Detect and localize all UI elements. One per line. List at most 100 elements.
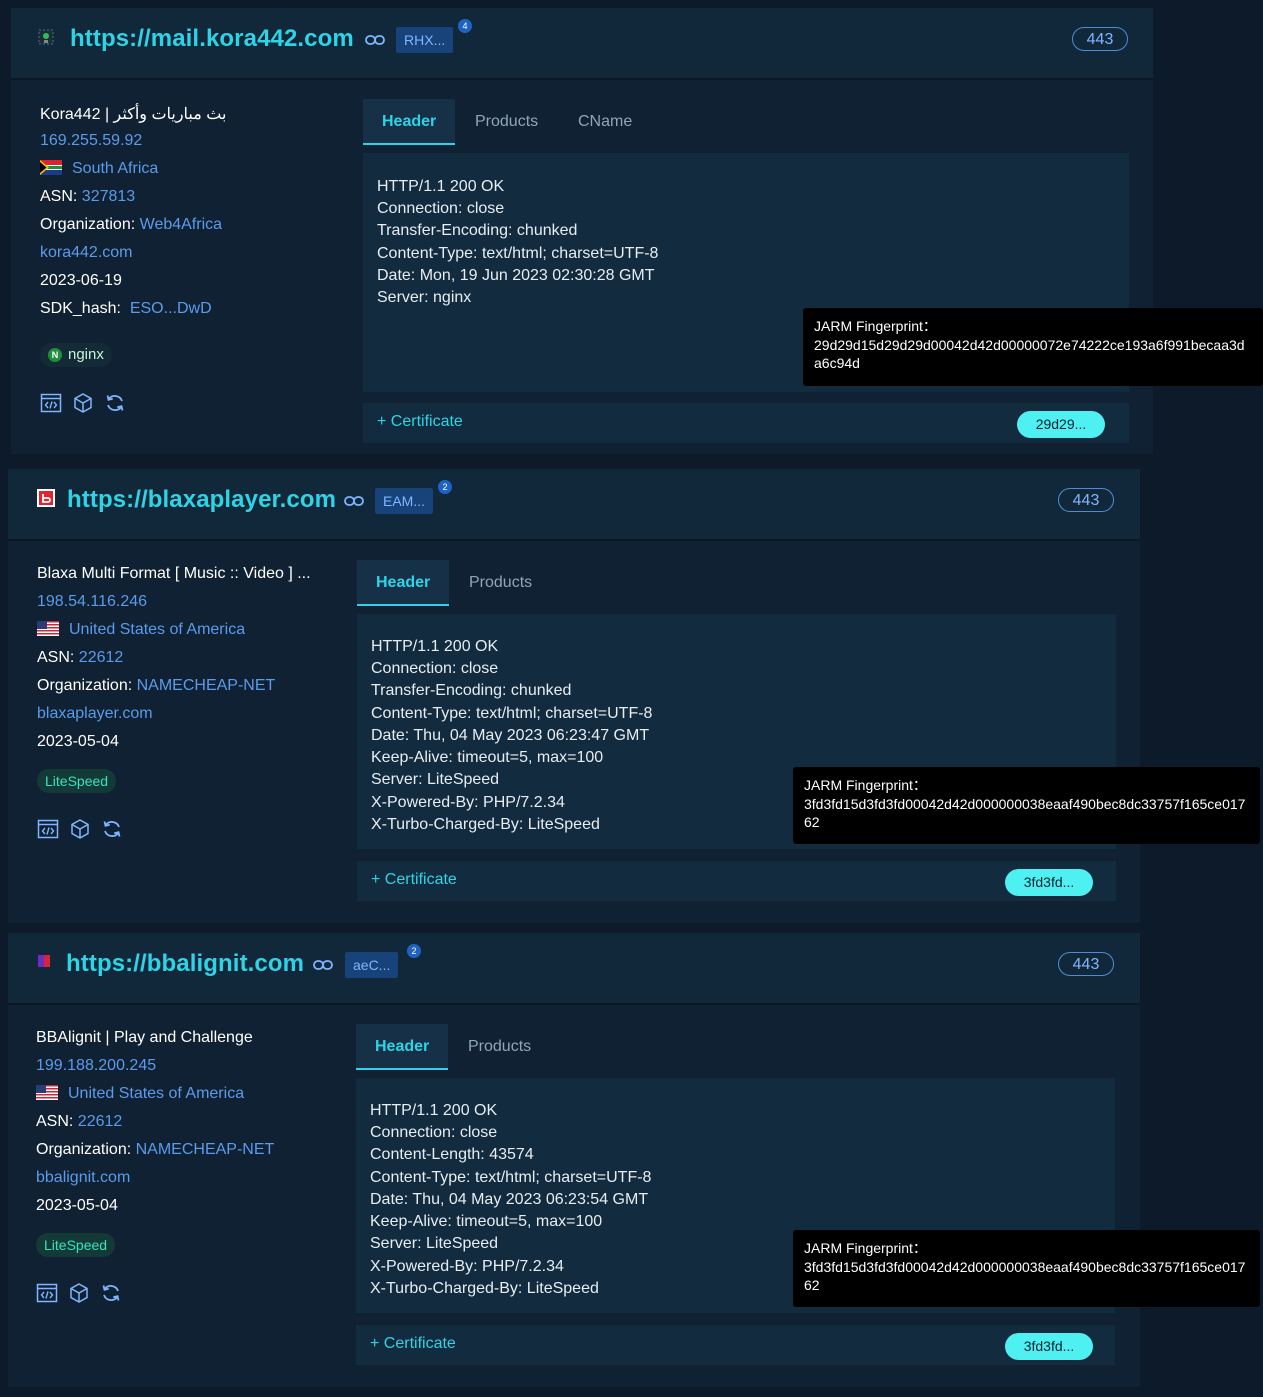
org-row: Organization: NAMECHEAP-NET	[37, 677, 276, 694]
header-line: X-Powered-By: PHP/7.2.34	[371, 794, 565, 811]
tab-products[interactable]: Products	[469, 560, 532, 606]
card-header: https://mail.kora442.com RHX... 4 443	[11, 8, 1153, 80]
sdk-link[interactable]: ESO...DwD	[130, 300, 212, 317]
jarm-pill[interactable]: 3fd3fd...	[1005, 1333, 1093, 1360]
domain-link[interactable]: kora442.com	[40, 244, 133, 262]
nginx-icon: N	[48, 348, 62, 362]
code-icon[interactable]	[36, 1282, 58, 1304]
header-line: Content-Type: text/html; charset=UTF-8	[377, 245, 659, 262]
country-row[interactable]: United States of America	[37, 621, 245, 639]
link-icon[interactable]	[365, 34, 385, 46]
url-link[interactable]: https://mail.kora442.com	[70, 25, 354, 53]
product-badge[interactable]: Nnginx	[40, 343, 112, 367]
header-line: Transfer-Encoding: chunked	[371, 682, 572, 699]
header-line: Date: Thu, 04 May 2023 06:23:54 GMT	[370, 1191, 649, 1208]
tag-chip[interactable]: EAM...	[375, 488, 434, 514]
refresh-icon[interactable]	[100, 1282, 122, 1304]
kora-favicon-icon	[38, 29, 54, 45]
link-icon[interactable]	[313, 959, 333, 971]
product-badge[interactable]: LiteSpeed	[36, 1233, 116, 1257]
date-text: 2023-05-04	[36, 1197, 118, 1214]
blaxa-favicon-icon	[37, 489, 55, 507]
port-badge[interactable]: 443	[1072, 27, 1128, 51]
tab-products[interactable]: Products	[475, 99, 538, 145]
site-title: Blaxa Multi Format [ Music :: Video ] ..…	[37, 565, 311, 582]
ip-link[interactable]: 198.54.116.246	[37, 593, 147, 611]
jarm-tooltip-label: JARM Fingerprint：	[804, 777, 927, 793]
tab-cname[interactable]: CName	[578, 99, 632, 145]
jarm-tooltip-value: 3fd3fd15d3fd3fd00042d42d000000038eaaf490…	[804, 795, 1246, 831]
asn-link[interactable]: 22612	[78, 1113, 123, 1130]
tag-count-badge: 4	[458, 19, 472, 33]
country-row[interactable]: South Africa	[40, 160, 158, 178]
refresh-icon[interactable]	[104, 392, 126, 414]
header-line: Connection: close	[371, 660, 499, 677]
port-badge[interactable]: 443	[1058, 952, 1114, 976]
code-icon[interactable]	[37, 818, 59, 840]
result-card: https://blaxaplayer.com EAM... 2 443 Bla…	[8, 469, 1140, 923]
port-badge[interactable]: 443	[1058, 488, 1114, 512]
usa-flag-icon	[36, 1085, 58, 1100]
header-line: X-Turbo-Charged-By: LiteSpeed	[371, 816, 600, 833]
code-icon[interactable]	[40, 392, 62, 414]
tag-count-badge: 2	[407, 944, 421, 958]
certificate-bar: + Certificate 3fd3fd...	[356, 1325, 1115, 1365]
ip-link[interactable]: 199.188.200.245	[36, 1057, 156, 1075]
tab-header[interactable]: Header	[363, 99, 456, 145]
asn-link[interactable]: 327813	[82, 188, 135, 205]
org-row: Organization: NAMECHEAP-NET	[36, 1141, 275, 1158]
date-text: 2023-06-19	[40, 272, 122, 289]
certificate-toggle[interactable]: + Certificate	[370, 1335, 456, 1353]
header-line: Server: nginx	[377, 289, 472, 306]
header-line: Keep-Alive: timeout=5, max=100	[371, 749, 604, 766]
header-line: HTTP/1.1 200 OK	[370, 1102, 498, 1119]
site-title: Kora442 | بث مباريات وأكثر	[40, 106, 227, 123]
certificate-toggle[interactable]: + Certificate	[371, 871, 457, 889]
url-link[interactable]: https://blaxaplayer.com	[67, 486, 336, 514]
result-card: https://mail.kora442.com RHX... 4 443 Ko…	[11, 8, 1153, 454]
country-link[interactable]: United States of America	[69, 621, 245, 638]
jarm-tooltip: JARM Fingerprint： 29d29d15d29d29d00042d4…	[803, 308, 1263, 386]
certificate-bar: + Certificate 29d29...	[363, 403, 1129, 443]
site-title: BBAlignit | Play and Challenge	[36, 1029, 253, 1046]
refresh-icon[interactable]	[101, 818, 123, 840]
org-link[interactable]: NAMECHEAP-NET	[136, 1141, 275, 1158]
host-info: BBAlignit | Play and Challenge 199.188.2…	[36, 1029, 336, 1349]
tag-chip[interactable]: RHX...	[396, 27, 454, 53]
country-link[interactable]: South Africa	[72, 160, 158, 177]
bbalignit-favicon-icon	[38, 955, 50, 967]
org-row: Organization: Web4Africa	[40, 216, 223, 233]
jarm-pill[interactable]: 29d29...	[1017, 411, 1105, 438]
tag-chip[interactable]: aeC...	[345, 952, 399, 978]
domain-link[interactable]: bbalignit.com	[36, 1169, 130, 1187]
tab-header[interactable]: Header	[357, 560, 450, 606]
header-line: Transfer-Encoding: chunked	[377, 222, 578, 239]
jarm-tooltip: JARM Fingerprint： 3fd3fd15d3fd3fd00042d4…	[793, 767, 1260, 844]
domain-link[interactable]: blaxaplayer.com	[37, 705, 153, 723]
header-line: X-Powered-By: PHP/7.2.34	[370, 1258, 564, 1275]
usa-flag-icon	[37, 621, 59, 636]
cube-icon[interactable]	[69, 818, 91, 840]
cube-icon[interactable]	[68, 1282, 90, 1304]
asn-link[interactable]: 22612	[79, 649, 124, 666]
ip-link[interactable]: 169.255.59.92	[40, 132, 142, 150]
product-badge[interactable]: LiteSpeed	[37, 769, 117, 793]
header-line: Server: LiteSpeed	[370, 1235, 499, 1252]
country-row[interactable]: United States of America	[36, 1085, 244, 1103]
cube-icon[interactable]	[72, 392, 94, 414]
header-line: Keep-Alive: timeout=5, max=100	[370, 1213, 603, 1230]
tab-header[interactable]: Header	[356, 1024, 449, 1070]
jarm-tooltip-label: JARM Fingerprint：	[814, 318, 937, 334]
url-link[interactable]: https://bbalignit.com	[66, 950, 304, 978]
jarm-pill[interactable]: 3fd3fd...	[1005, 869, 1093, 896]
country-link[interactable]: United States of America	[68, 1085, 244, 1102]
jarm-tooltip-value: 3fd3fd15d3fd3fd00042d42d000000038eaaf490…	[804, 1258, 1246, 1294]
link-icon[interactable]	[344, 495, 364, 507]
certificate-toggle[interactable]: + Certificate	[377, 413, 463, 431]
org-link[interactable]: NAMECHEAP-NET	[137, 677, 276, 694]
header-line: HTTP/1.1 200 OK	[377, 178, 505, 195]
result-card: https://bbalignit.com aeC... 2 443 BBAli…	[8, 933, 1140, 1387]
tab-products[interactable]: Products	[468, 1024, 531, 1070]
org-link[interactable]: Web4Africa	[140, 216, 222, 233]
asn-row: ASN: 327813	[40, 188, 136, 205]
